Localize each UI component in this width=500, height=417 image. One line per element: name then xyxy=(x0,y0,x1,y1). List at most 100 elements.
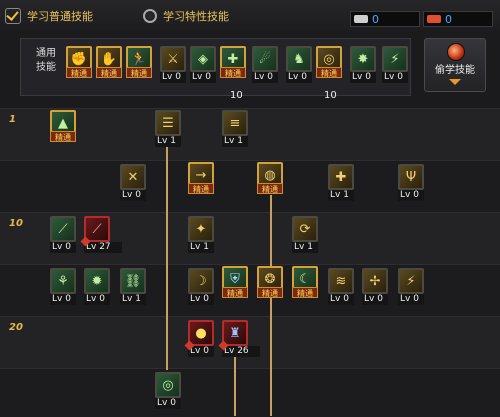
skill-level-label: Lv 0 xyxy=(50,242,76,253)
skill-level-label: Lv 0 xyxy=(350,72,376,83)
slash-icon: ☰ xyxy=(162,115,174,131)
red-blade-icon: ⟋ xyxy=(92,221,102,237)
skill-slot[interactable]: ● Lv 0 xyxy=(184,320,214,357)
crescent-icon: ☾ xyxy=(299,271,311,287)
skill-slot[interactable]: ✢ Lv 0 xyxy=(362,268,388,305)
skill-slot[interactable]: ◈ Lv 0 xyxy=(190,46,216,83)
thunder-icon: ⚡ xyxy=(406,273,416,289)
cross-icon: ✚ xyxy=(227,51,239,67)
tab-normal-label: 学习普通技能 xyxy=(27,10,93,23)
skill-slot[interactable]: ❂ 精通 xyxy=(257,266,283,298)
tower-icon: ♜ xyxy=(229,325,241,341)
skill-slot[interactable]: ✚ Lv 1 xyxy=(328,164,354,201)
skill-slot[interactable]: ⚔ Lv 0 xyxy=(160,46,186,83)
skill-slot[interactable]: → 精通 xyxy=(188,162,214,194)
sp-icon xyxy=(354,15,368,23)
skill-slot[interactable]: ✦ Lv 1 xyxy=(188,216,214,253)
orb-icon: ● xyxy=(195,325,207,341)
tab-trait-label: 学习特性技能 xyxy=(163,10,229,23)
skill-slot[interactable]: ✊ 精通 xyxy=(66,46,92,78)
skill-level-label: Lv 0 xyxy=(328,294,354,305)
skill-slot[interactable]: ☄ Lv 0 xyxy=(252,46,278,83)
skill-slot[interactable]: ⚡ Lv 0 xyxy=(382,46,408,83)
wings-icon: ⚔ xyxy=(167,51,179,67)
skill-slot[interactable]: ⟋ Lv 27 xyxy=(80,216,122,253)
skill-slot[interactable]: ♜ Lv 26 xyxy=(218,320,260,357)
moon-icon: ☽ xyxy=(195,273,207,289)
skill-slot[interactable]: ⛓ Lv 1 xyxy=(120,268,146,305)
skill-slot[interactable]: ≋ Lv 0 xyxy=(328,268,354,305)
burst-icon: ✸ xyxy=(357,51,369,67)
mastered-badge: 精通 xyxy=(292,287,318,298)
skill-slot[interactable]: ⟳ Lv 1 xyxy=(292,216,318,253)
tree-row xyxy=(0,160,500,213)
skill-slot[interactable]: ▲ 精通 xyxy=(50,110,76,142)
skill-slot[interactable]: ⟋ Lv 0 xyxy=(50,216,76,253)
sp-value: 0 xyxy=(372,12,379,26)
fist-icon: ✊ xyxy=(70,51,88,67)
skill-slot[interactable]: ✹ Lv 0 xyxy=(84,268,110,305)
vortex-icon: ❂ xyxy=(264,271,276,287)
chain-icon: ⛓ xyxy=(124,273,142,289)
skill-level-label: Lv 0 xyxy=(398,190,424,201)
star-burst-icon: ✹ xyxy=(91,273,103,289)
mastered-badge: 精通 xyxy=(257,287,283,298)
skill-slot[interactable]: ⛨ 精通 xyxy=(222,266,248,298)
mastered-badge: 精通 xyxy=(257,183,283,194)
cross-slash-icon: ✕ xyxy=(127,169,139,185)
steal-skill-label: 偷学技能 xyxy=(435,65,475,76)
tp-counter: 0 xyxy=(423,11,493,27)
skill-count: 10 xyxy=(230,90,243,101)
skill-slot[interactable]: 🏃 精通 xyxy=(126,46,152,78)
skill-slot[interactable]: ✚ 精通 xyxy=(220,46,246,78)
mastered-badge: 精通 xyxy=(316,67,342,78)
mastered-badge: 精通 xyxy=(66,67,92,78)
gem-icon xyxy=(447,43,465,61)
radio-icon xyxy=(143,9,157,23)
tab-normal-skills[interactable]: 学习普通技能 xyxy=(5,8,93,24)
skill-level-label: Lv 1 xyxy=(222,136,248,147)
skill-level-label: Lv 26 xyxy=(222,346,260,357)
skill-slot[interactable]: ✋ 精通 xyxy=(96,46,122,78)
sp-counter: 0 xyxy=(350,11,420,27)
skill-slot[interactable]: ♞ Lv 0 xyxy=(286,46,312,83)
trident-icon: Ψ xyxy=(405,169,417,185)
skill-level-label: Lv 0 xyxy=(286,72,312,83)
tp-icon xyxy=(427,15,441,23)
steal-skill-button[interactable]: 偷学技能 xyxy=(424,38,486,92)
tree-row xyxy=(0,368,500,417)
skill-slot[interactable]: ☾ 精通 xyxy=(292,266,318,298)
skill-slot[interactable]: ✕ Lv 0 xyxy=(120,164,146,201)
bolt-icon: ⚡ xyxy=(390,51,400,67)
skill-slot[interactable]: ☰ Lv 1 xyxy=(155,110,181,147)
skill-slot[interactable]: Ψ Lv 0 xyxy=(398,164,424,201)
kick-icon: ☄ xyxy=(259,51,271,67)
tab-trait-skills[interactable]: 学习特性技能 xyxy=(143,8,229,24)
skill-slot[interactable]: ⚡ Lv 0 xyxy=(398,268,424,305)
skill-slot[interactable]: ⚘ Lv 0 xyxy=(50,268,76,305)
wave-icon: ≋ xyxy=(335,273,347,289)
hand-icon: ✋ xyxy=(100,51,118,67)
skill-slot[interactable]: ≡ Lv 1 xyxy=(222,110,248,147)
spark-icon: ✦ xyxy=(195,221,207,237)
skill-level-label: Lv 1 xyxy=(120,294,146,305)
skill-level-label: Lv 0 xyxy=(398,294,424,305)
skill-level-label: Lv 1 xyxy=(292,242,318,253)
tree-connector xyxy=(270,195,272,416)
skill-level-label: Lv 0 xyxy=(84,294,110,305)
claw-icon: ≡ xyxy=(229,115,241,131)
guard-icon: ✚ xyxy=(335,169,347,185)
skill-slot[interactable]: ✸ Lv 0 xyxy=(350,46,376,83)
cyclone-icon: ◎ xyxy=(162,377,174,393)
skill-level-label: Lv 0 xyxy=(362,294,388,305)
skill-level-label: Lv 1 xyxy=(188,242,214,253)
mastered-badge: 精通 xyxy=(188,183,214,194)
target-icon: ◈ xyxy=(198,51,208,67)
skill-slot[interactable]: ◍ 精通 xyxy=(257,162,283,194)
skill-slot[interactable]: ◎ Lv 0 xyxy=(155,372,181,409)
skill-slot[interactable]: ◎ 精通 xyxy=(316,46,342,78)
common-skills-label: 通用 技能 xyxy=(36,48,56,73)
skill-slot[interactable]: ☽ Lv 0 xyxy=(188,268,214,305)
checkbox-icon xyxy=(5,8,21,24)
tree-connector xyxy=(166,145,168,370)
